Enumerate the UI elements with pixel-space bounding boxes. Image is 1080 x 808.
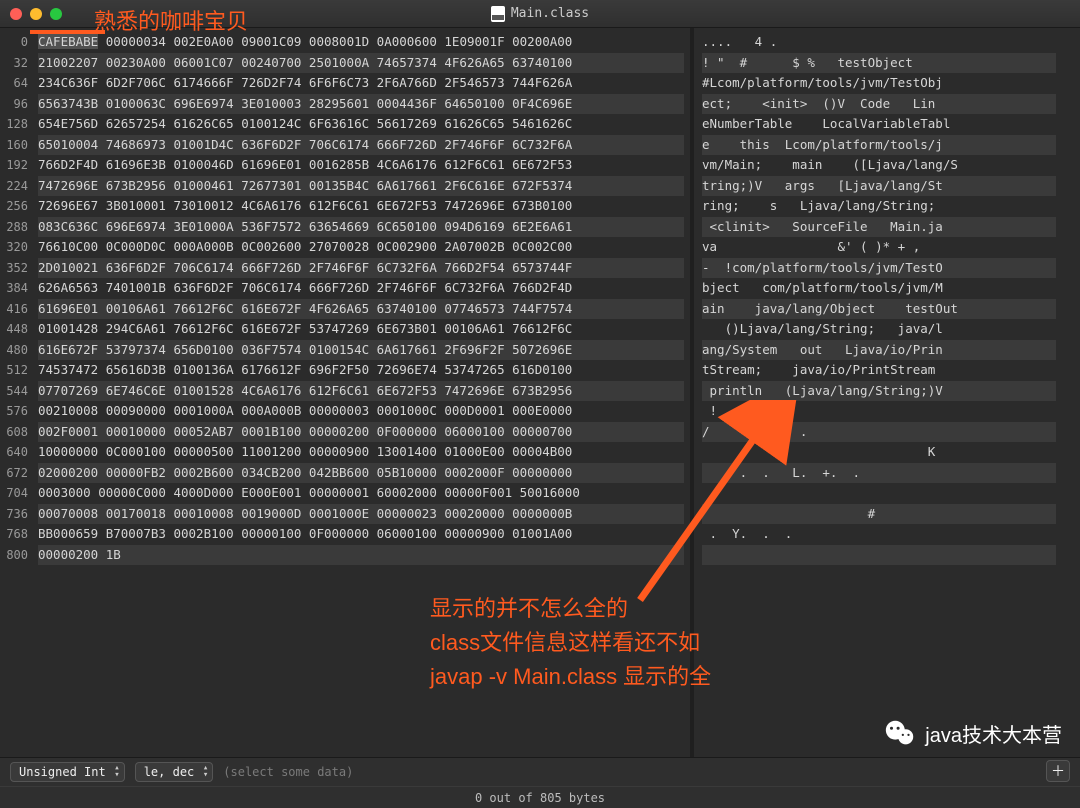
watermark-text: java技术大本营	[925, 719, 1062, 748]
file-icon	[491, 6, 505, 22]
ascii-row[interactable]: ring; s Ljava/lang/String;	[702, 196, 1056, 217]
hex-row[interactable]: 2D010021 636F6D2F 706C6174 666F726D 2F74…	[38, 258, 684, 279]
offset-label: 704	[0, 483, 32, 504]
wechat-icon	[883, 716, 917, 750]
offset-label: 288	[0, 217, 32, 238]
hex-row[interactable]: 616E672F 53797374 656D0100 036F7574 0100…	[38, 340, 684, 361]
hex-row[interactable]: 00070008 00170018 00010008 0019000D 0001…	[38, 504, 684, 525]
ascii-row[interactable]: . Y. . .	[702, 524, 1056, 545]
ascii-row[interactable]: tring;)V args [Ljava/lang/St	[702, 176, 1056, 197]
ascii-row[interactable]: e this Lcom/platform/tools/j	[702, 135, 1056, 156]
window-title: Main.class	[511, 6, 589, 21]
ascii-row[interactable]: va &' ( )* + ,	[702, 237, 1056, 258]
hex-row[interactable]: 00000200 1B	[38, 545, 684, 566]
ascii-row[interactable]: K	[702, 442, 1056, 463]
zoom-window-button[interactable]	[50, 8, 62, 20]
add-button[interactable]: ＋	[1046, 760, 1070, 782]
hex-row[interactable]: 0003000 00000C000 4000D000 E000E001 0000…	[38, 483, 684, 504]
hex-row[interactable]: 7472696E 673B2956 01000461 72677301 0013…	[38, 176, 684, 197]
ascii-row[interactable]: ()Ljava/lang/String; java/l	[702, 319, 1056, 340]
watermark: java技术大本营	[883, 716, 1062, 750]
offset-label: 256	[0, 196, 32, 217]
offset-label: 544	[0, 381, 32, 402]
ascii-row[interactable]: / *. .	[702, 422, 1056, 443]
offset-label: 96	[0, 94, 32, 115]
ascii-row[interactable]: <clinit> SourceFile Main.ja	[702, 217, 1056, 238]
hex-row[interactable]: BB000659 B70007B3 0002B100 00000100 0F00…	[38, 524, 684, 545]
hex-row[interactable]: 6563743B 0100063C 696E6974 3E010003 2829…	[38, 94, 684, 115]
hex-row[interactable]: 766D2F4D 61696E3B 0100046D 61696E01 0016…	[38, 155, 684, 176]
hex-row[interactable]: 234C636F 6D2F706C 6174666F 726D2F74 6F6F…	[38, 73, 684, 94]
offset-gutter: 0326496128160192224256288320352384416448…	[0, 28, 32, 758]
ascii-row[interactable]: vm/Main; main ([Ljava/lang/S	[702, 155, 1056, 176]
ascii-row[interactable]: #Lcom/platform/tools/jvm/TestObj	[702, 73, 1056, 94]
offset-label: 384	[0, 278, 32, 299]
ascii-row[interactable]: ect; <init> ()V Code Lin	[702, 94, 1056, 115]
hex-row[interactable]: 10000000 0C000100 00000500 11001200 0000…	[38, 442, 684, 463]
offset-label: 576	[0, 401, 32, 422]
ascii-row[interactable]: - !com/platform/tools/jvm/TestO	[702, 258, 1056, 279]
offset-label: 640	[0, 442, 32, 463]
offset-label: 672	[0, 463, 32, 484]
offset-label: 416	[0, 299, 32, 320]
hex-row[interactable]: 21002207 00230A00 06001C07 00240700 2501…	[38, 53, 684, 74]
ascii-row[interactable]: .... 4 .	[702, 32, 1056, 53]
ascii-row[interactable]: . . L. +. .	[702, 463, 1056, 484]
offset-label: 192	[0, 155, 32, 176]
hex-row[interactable]: 654E756D 62657254 61626C65 0100124C 6F63…	[38, 114, 684, 135]
offset-label: 448	[0, 319, 32, 340]
hex-row[interactable]: 65010004 74686973 01001D4C 636F6D2F 706C…	[38, 135, 684, 156]
ascii-row[interactable]	[702, 483, 1056, 504]
offset-label: 768	[0, 524, 32, 545]
annotation-body: 显示的并不怎么全的 class文件信息这样看还不如 javap -v Main.…	[430, 592, 711, 694]
scrollbar-gutter[interactable]	[1064, 28, 1080, 758]
offset-label: 0	[0, 32, 32, 53]
hex-row[interactable]: 02000200 00000FB2 0002B600 034CB200 042B…	[38, 463, 684, 484]
ascii-row[interactable]: bject com/platform/tools/jvm/M	[702, 278, 1056, 299]
hex-row[interactable]: 61696E01 00106A61 76612F6C 616E672F 4F62…	[38, 299, 684, 320]
offset-label: 160	[0, 135, 32, 156]
ascii-pane[interactable]: .... 4 .! " # $ % testObject#Lcom/platfo…	[694, 28, 1064, 758]
ascii-row[interactable]: println (Ljava/lang/String;)V	[702, 381, 1056, 402]
minimize-window-button[interactable]	[30, 8, 42, 20]
hex-row[interactable]: 002F0001 00010000 00052AB7 0001B100 0000…	[38, 422, 684, 443]
hex-row[interactable]: 74537472 65616D3B 0100136A 6176612F 696F…	[38, 360, 684, 381]
annotation-top-underline	[30, 30, 105, 34]
ascii-row[interactable]	[702, 545, 1056, 566]
plus-icon: ＋	[1051, 761, 1065, 781]
hex-row[interactable]: 00210008 00090000 0001000A 000A000B 0000…	[38, 401, 684, 422]
offset-label: 224	[0, 176, 32, 197]
ascii-row[interactable]: eNumberTable LocalVariableTabl	[702, 114, 1056, 135]
hex-row[interactable]: 01001428 294C6A61 76612F6C 616E672F 5374…	[38, 319, 684, 340]
annotation-top: 熟悉的咖啡宝贝	[94, 4, 248, 36]
format-dropdown[interactable]: Unsigned Int▴▾	[10, 762, 125, 782]
ascii-row[interactable]: ! " # $ % testObject	[702, 53, 1056, 74]
hex-row[interactable]: 626A6563 7401001B 636F6D2F 706C6174 666F…	[38, 278, 684, 299]
ascii-row[interactable]: tStream; java/io/PrintStream	[702, 360, 1056, 381]
ascii-row[interactable]: ang/System out Ljava/io/Prin	[702, 340, 1056, 361]
status-bytes: 0 out of 805 bytes	[475, 791, 605, 805]
offset-label: 512	[0, 360, 32, 381]
ascii-row[interactable]: #	[702, 504, 1056, 525]
selection-hint: (select some data)	[223, 765, 353, 779]
ascii-row[interactable]: ain java/lang/Object testOut	[702, 299, 1056, 320]
offset-label: 320	[0, 237, 32, 258]
offset-label: 800	[0, 545, 32, 566]
hex-row[interactable]: 72696E67 3B010001 73010012 4C6A6176 612F…	[38, 196, 684, 217]
hex-row[interactable]: 07707269 6E746C6E 01001528 4C6A6176 612F…	[38, 381, 684, 402]
endianness-dropdown[interactable]: le, dec▴▾	[135, 762, 214, 782]
offset-label: 608	[0, 422, 32, 443]
offset-label: 64	[0, 73, 32, 94]
hex-row[interactable]: 76610C00 0C000D0C 000A000B 0C002600 2707…	[38, 237, 684, 258]
hex-row[interactable]: 083C636C 696E6974 3E01000A 536F7572 6365…	[38, 217, 684, 238]
status-bar: Unsigned Int▴▾ le, dec▴▾ (select some da…	[0, 757, 1080, 808]
offset-label: 128	[0, 114, 32, 135]
offset-label: 736	[0, 504, 32, 525]
offset-label: 32	[0, 53, 32, 74]
ascii-row[interactable]: !	[702, 401, 1056, 422]
offset-label: 480	[0, 340, 32, 361]
close-window-button[interactable]	[10, 8, 22, 20]
offset-label: 352	[0, 258, 32, 279]
